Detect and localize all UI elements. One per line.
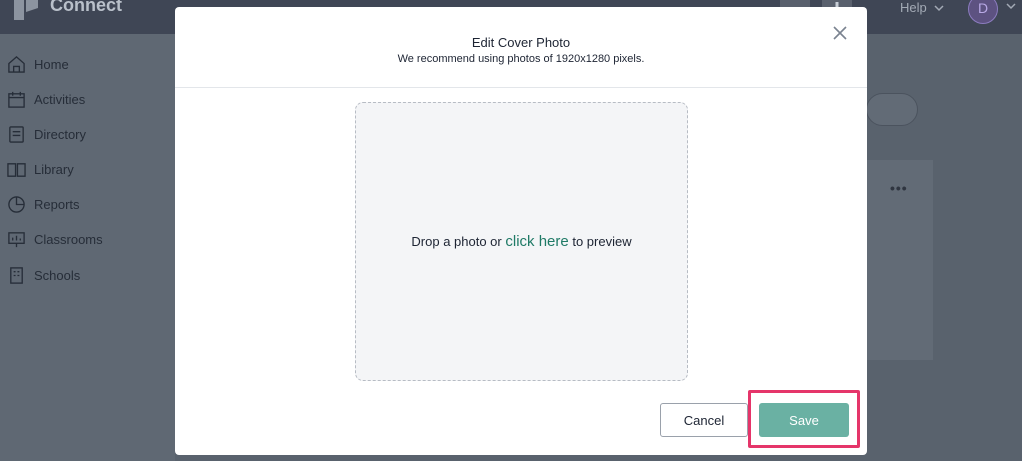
more-options-icon: ••• <box>890 180 908 196</box>
sidebar-item-home[interactable]: Home <box>7 54 69 74</box>
logo-icon <box>14 0 38 20</box>
sidebar-item-label: Classrooms <box>34 231 103 247</box>
avatar[interactable]: D <box>968 0 998 24</box>
sidebar-item-directory[interactable]: Directory <box>7 124 86 144</box>
sidebar: Home Activities Directory Library Report… <box>0 34 175 461</box>
home-icon <box>8 55 25 73</box>
modal-subtitle: We recommend using photos of 1920x1280 p… <box>397 53 645 65</box>
sidebar-item-label: Home <box>34 56 69 72</box>
sidebar-item-label: Library <box>34 161 74 177</box>
sidebar-item-classrooms[interactable]: Classrooms <box>7 229 103 249</box>
sidebar-item-activities[interactable]: Activities <box>7 89 85 109</box>
chevron-down-icon[interactable] <box>1006 2 1016 10</box>
modal-title: Edit Cover Photo <box>471 35 571 50</box>
help-label: Help <box>900 0 927 15</box>
chevron-down-icon <box>934 5 944 12</box>
sidebar-item-library[interactable]: Library <box>7 159 74 179</box>
building-icon <box>10 266 23 284</box>
help-menu[interactable]: Help <box>900 0 944 15</box>
edit-cover-photo-modal: Edit Cover Photo We recommend using phot… <box>175 7 867 455</box>
sidebar-item-label: Reports <box>34 196 80 212</box>
background-filter-pill <box>866 93 918 126</box>
pie-chart-icon <box>8 195 25 213</box>
click-here-link[interactable]: click here <box>505 233 568 250</box>
modal-header: Edit Cover Photo We recommend using phot… <box>175 7 867 88</box>
sidebar-item-label: Activities <box>34 91 86 107</box>
photo-dropzone[interactable]: Drop a photo or click here to preview <box>355 102 688 381</box>
dropzone-prefix: Drop a photo or <box>411 234 506 249</box>
save-button-highlight <box>748 390 860 448</box>
directory-icon <box>9 125 24 143</box>
dropzone-suffix: to preview <box>568 234 632 249</box>
calendar-icon <box>8 91 25 108</box>
presentation-icon <box>8 231 25 247</box>
sidebar-item-label: Schools <box>34 267 81 283</box>
cancel-button[interactable]: Cancel <box>660 403 748 437</box>
close-icon[interactable] <box>831 24 849 42</box>
sidebar-item-label: Directory <box>34 126 87 142</box>
brand-name: Connect <box>50 0 122 15</box>
sidebar-item-reports[interactable]: Reports <box>7 194 80 214</box>
dropzone-text: Drop a photo or click here to preview <box>356 233 687 250</box>
book-icon <box>7 162 26 177</box>
sidebar-item-schools[interactable]: Schools <box>7 265 80 285</box>
